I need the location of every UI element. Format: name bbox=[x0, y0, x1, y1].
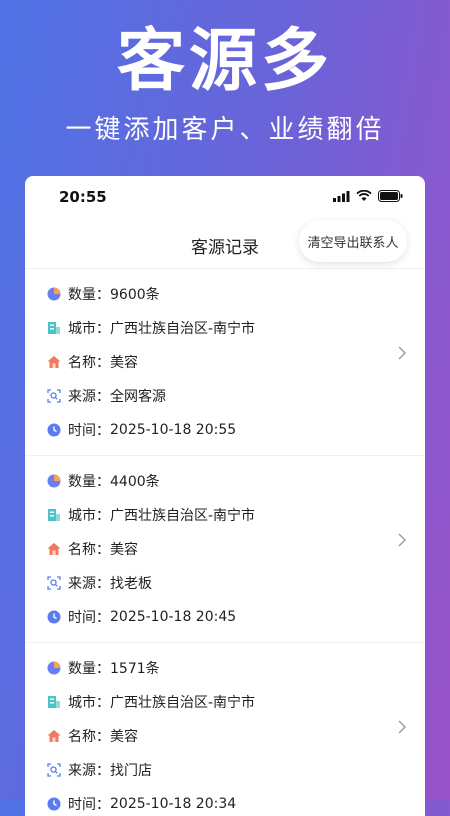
name-row: 名称： 美容 bbox=[25, 345, 425, 379]
city-row: 城市： 广西壮族自治区-南宁市 bbox=[25, 498, 425, 532]
source-value: 找老板 bbox=[110, 576, 152, 592]
source-row: 来源： 全网客源 bbox=[25, 379, 425, 413]
chevron-right-icon[interactable] bbox=[397, 533, 407, 547]
city-value: 广西壮族自治区-南宁市 bbox=[110, 321, 256, 337]
pie-chart-icon bbox=[47, 661, 61, 675]
promo-subtitle: 一键添加客户、业绩翻倍 bbox=[65, 115, 385, 145]
wifi-icon bbox=[356, 190, 372, 201]
quantity-label: 数量： bbox=[68, 287, 110, 303]
clock-icon bbox=[47, 797, 61, 811]
record-list: 数量： 9600条 城市： 广西壮族自治区-南宁市 名称： 美容 来源： 全网客… bbox=[25, 269, 425, 816]
time-label: 时间： bbox=[68, 610, 110, 626]
home-icon bbox=[47, 730, 61, 742]
scan-search-icon bbox=[47, 389, 61, 403]
source-value: 全网客源 bbox=[110, 389, 166, 405]
source-label: 来源： bbox=[68, 576, 110, 592]
scan-search-icon bbox=[47, 763, 61, 777]
city-label: 城市： bbox=[68, 508, 110, 524]
building-icon bbox=[48, 509, 60, 521]
home-icon bbox=[47, 356, 61, 368]
quantity-row: 数量： 1571条 bbox=[25, 651, 425, 685]
source-label: 来源： bbox=[68, 763, 110, 779]
clock-icon bbox=[47, 610, 61, 624]
source-row: 来源： 找门店 bbox=[25, 753, 425, 787]
battery-icon bbox=[378, 190, 403, 202]
signal-icon bbox=[333, 190, 350, 202]
quantity-value: 1571条 bbox=[110, 661, 160, 677]
quantity-label: 数量： bbox=[68, 474, 110, 490]
quantity-value: 4400条 bbox=[110, 474, 160, 490]
city-label: 城市： bbox=[68, 695, 110, 711]
time-row: 时间： 2025-10-18 20:34 bbox=[25, 787, 425, 816]
time-label: 时间： bbox=[68, 423, 110, 439]
building-icon bbox=[48, 322, 60, 334]
name-label: 名称： bbox=[68, 542, 110, 558]
city-label: 城市： bbox=[68, 321, 110, 337]
city-row: 城市： 广西壮族自治区-南宁市 bbox=[25, 311, 425, 345]
phone-screen: 20:55 客源记录 清空导出联系人 数量： 9600条 城市： 广西壮族自治区… bbox=[25, 176, 425, 816]
time-row: 时间： 2025-10-18 20:45 bbox=[25, 600, 425, 634]
home-icon bbox=[47, 543, 61, 555]
clear-export-contacts-button[interactable]: 清空导出联系人 bbox=[299, 220, 407, 262]
status-time: 20:55 bbox=[59, 188, 107, 206]
record-item[interactable]: 数量： 9600条 城市： 广西壮族自治区-南宁市 名称： 美容 来源： 全网客… bbox=[25, 269, 425, 456]
clock-icon bbox=[47, 423, 61, 437]
pie-chart-icon bbox=[47, 474, 61, 488]
promo-title: 客源多 bbox=[116, 22, 333, 101]
chevron-right-icon[interactable] bbox=[397, 346, 407, 360]
name-label: 名称： bbox=[68, 729, 110, 745]
time-value: 2025-10-18 20:55 bbox=[110, 422, 237, 438]
time-row: 时间： 2025-10-18 20:55 bbox=[25, 413, 425, 447]
city-row: 城市： 广西壮族自治区-南宁市 bbox=[25, 685, 425, 719]
quantity-row: 数量： 9600条 bbox=[25, 277, 425, 311]
name-row: 名称： 美容 bbox=[25, 532, 425, 566]
quantity-row: 数量： 4400条 bbox=[25, 464, 425, 498]
quantity-label: 数量： bbox=[68, 661, 110, 677]
city-value: 广西壮族自治区-南宁市 bbox=[110, 508, 256, 524]
name-value: 美容 bbox=[110, 355, 138, 371]
record-item[interactable]: 数量： 4400条 城市： 广西壮族自治区-南宁市 名称： 美容 来源： 找老板 bbox=[25, 456, 425, 643]
source-label: 来源： bbox=[68, 389, 110, 405]
name-row: 名称： 美容 bbox=[25, 719, 425, 753]
source-value: 找门店 bbox=[110, 763, 152, 779]
source-row: 来源： 找老板 bbox=[25, 566, 425, 600]
time-label: 时间： bbox=[68, 797, 110, 813]
name-value: 美容 bbox=[110, 542, 138, 558]
record-item[interactable]: 数量： 1571条 城市： 广西壮族自治区-南宁市 名称： 美容 来源： 找门店 bbox=[25, 643, 425, 816]
building-icon bbox=[48, 696, 60, 708]
status-bar: 20:55 bbox=[25, 176, 425, 220]
quantity-value: 9600条 bbox=[110, 287, 160, 303]
scan-search-icon bbox=[47, 576, 61, 590]
nav-bar: 客源记录 清空导出联系人 bbox=[25, 220, 425, 269]
time-value: 2025-10-18 20:34 bbox=[110, 796, 237, 812]
name-value: 美容 bbox=[110, 729, 138, 745]
pie-chart-icon bbox=[47, 287, 61, 301]
city-value: 广西壮族自治区-南宁市 bbox=[110, 695, 256, 711]
name-label: 名称： bbox=[68, 355, 110, 371]
chevron-right-icon[interactable] bbox=[397, 720, 407, 734]
time-value: 2025-10-18 20:45 bbox=[110, 609, 237, 625]
